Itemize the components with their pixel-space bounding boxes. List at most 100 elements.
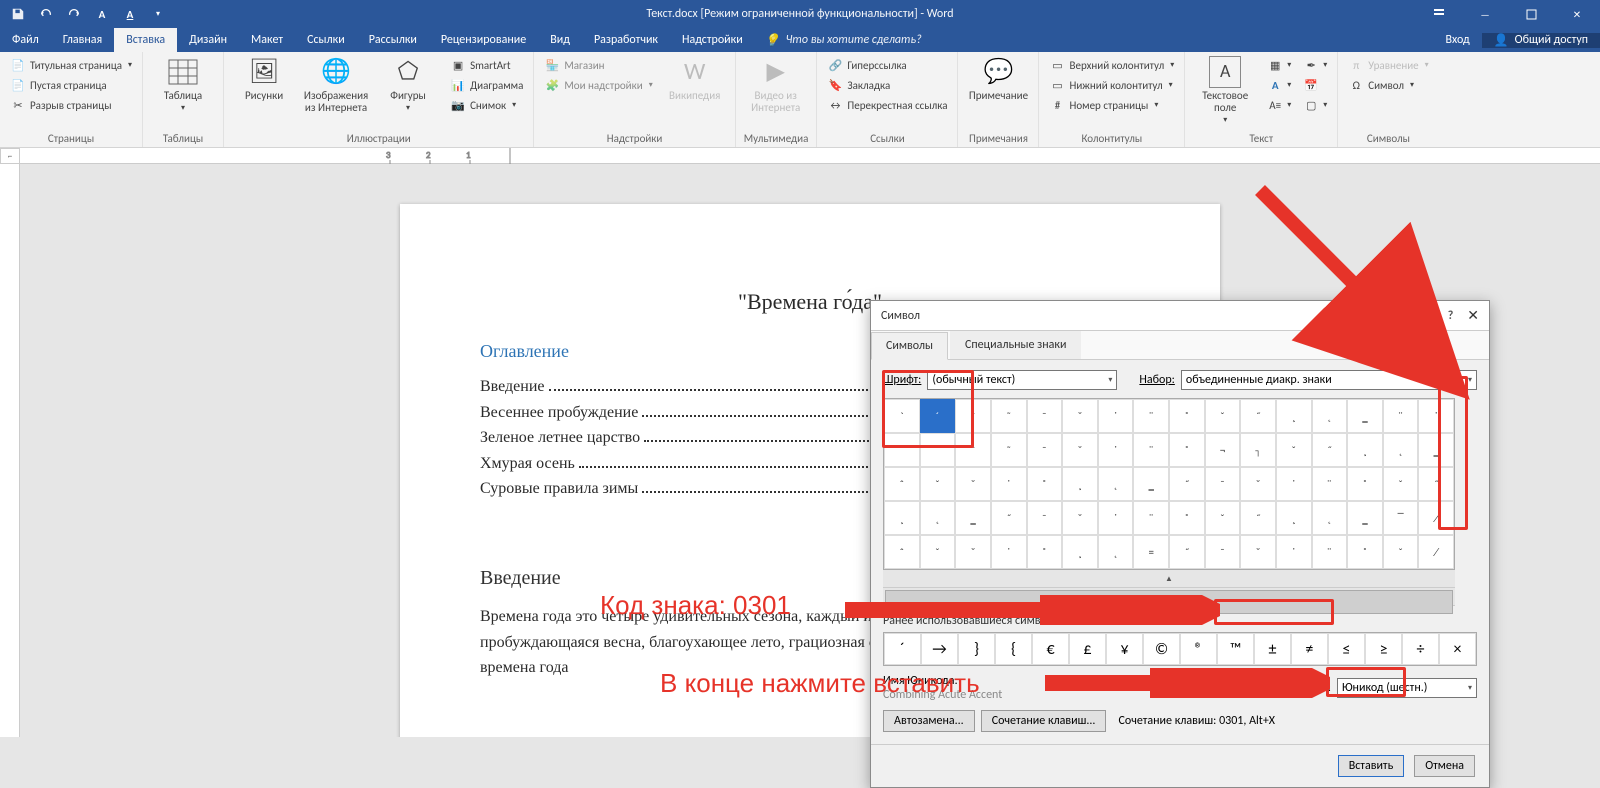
- equation-button[interactable]: πУравнение▾: [1346, 56, 1430, 74]
- char-cell[interactable]: ˚: [1347, 467, 1383, 501]
- ribbon-options-icon[interactable]: [1416, 0, 1462, 28]
- char-cell[interactable]: ˇ: [920, 467, 956, 501]
- font-combo[interactable]: (обычный текст)▾: [927, 370, 1117, 390]
- undo-icon[interactable]: [38, 6, 54, 22]
- recent-cell[interactable]: ≥: [1365, 633, 1402, 665]
- char-cell[interactable]: ´: [920, 433, 956, 467]
- table-button[interactable]: Таблица▾: [151, 56, 215, 113]
- tab-layout[interactable]: Макет: [239, 28, 295, 52]
- page-number-button[interactable]: #Номер страницы▾: [1047, 96, 1176, 114]
- maximize-icon[interactable]: [1508, 0, 1554, 28]
- char-cell[interactable]: ┐: [1240, 433, 1276, 467]
- recent-cell[interactable]: €: [1032, 633, 1069, 665]
- cover-page-button[interactable]: 📄Титульная страница▾: [8, 56, 134, 74]
- set-combo[interactable]: объединенные диакр. знаки▾: [1181, 370, 1477, 390]
- tab-view[interactable]: Вид: [538, 28, 582, 52]
- tab-developer[interactable]: Разработчик: [582, 28, 670, 52]
- header-button[interactable]: ▭Верхний колонтитул▾: [1047, 56, 1176, 74]
- char-cell[interactable]: ˝: [991, 501, 1027, 535]
- wikipedia-button[interactable]: WВикипедия: [663, 56, 727, 102]
- cross-reference-button[interactable]: ↔Перекрестная ссылка: [825, 96, 949, 114]
- char-cell[interactable]: ˚: [1347, 535, 1383, 569]
- char-cell[interactable]: ˙: [1276, 467, 1312, 501]
- char-cell[interactable]: ˝: [1240, 399, 1276, 433]
- char-cell[interactable]: ˛: [1312, 501, 1348, 535]
- char-cell[interactable]: ¨: [1133, 399, 1169, 433]
- recent-cell[interactable]: ≤: [1328, 633, 1365, 665]
- char-cell[interactable]: ‗: [1418, 433, 1454, 467]
- char-cell[interactable]: ˘: [955, 467, 991, 501]
- cancel-button[interactable]: Отмена: [1414, 755, 1475, 777]
- char-cell[interactable]: ˙: [991, 467, 1027, 501]
- tab-file[interactable]: Файл: [0, 28, 51, 52]
- char-cell[interactable]: ‗: [1347, 399, 1383, 433]
- char-cell[interactable]: ‾: [1383, 501, 1419, 535]
- char-cell[interactable]: ˇ: [1205, 501, 1241, 535]
- tab-review[interactable]: Рецензирование: [429, 28, 538, 52]
- page-break-button[interactable]: ✂Разрыв страницы: [8, 96, 134, 114]
- char-cell[interactable]: ˚: [1027, 535, 1063, 569]
- recent-cell[interactable]: →: [921, 633, 958, 665]
- recent-cell[interactable]: ≠: [1291, 633, 1328, 665]
- char-cell[interactable]: ˙: [991, 535, 1027, 569]
- my-addins-button[interactable]: 🧩Мои надстройки▾: [542, 76, 654, 94]
- sign-in-link[interactable]: Вход: [1433, 33, 1481, 47]
- recent-cell[interactable]: ×: [1439, 633, 1476, 665]
- char-cell[interactable]: ¨: [1383, 399, 1419, 433]
- char-cell[interactable]: ˙: [1098, 501, 1134, 535]
- signature-button[interactable]: ✒▾: [1301, 56, 1329, 74]
- char-cell[interactable]: ˘: [955, 535, 991, 569]
- redo-icon[interactable]: [66, 6, 82, 22]
- char-cell[interactable]: ˝: [1240, 501, 1276, 535]
- char-cell[interactable]: ¨: [1133, 433, 1169, 467]
- tab-insert[interactable]: Вставка: [114, 28, 177, 52]
- char-cell[interactable]: ¯: [1027, 433, 1063, 467]
- online-pictures-button[interactable]: 🌐Изображения из Интернета: [304, 56, 368, 114]
- tab-mailings[interactable]: Рассылки: [357, 28, 429, 52]
- char-cell[interactable]: ¯: [1205, 467, 1241, 501]
- recent-grid[interactable]: ´→}{€£¥©®™±≠≤≥÷×: [883, 632, 1477, 666]
- horizontal-ruler[interactable]: 3 2 1: [20, 148, 1600, 164]
- char-cell[interactable]: ˆ: [884, 535, 920, 569]
- char-cell[interactable]: ˙: [1418, 399, 1454, 433]
- char-cell[interactable]: ¸: [1062, 467, 1098, 501]
- char-cell[interactable]: ˘: [1240, 467, 1276, 501]
- from-combo[interactable]: Юникод (шестн.)▾: [1337, 678, 1477, 698]
- char-cell[interactable]: ˛: [920, 501, 956, 535]
- char-cell[interactable]: ˝: [1169, 467, 1205, 501]
- grid-scrollbar[interactable]: ▲ ▼: [883, 570, 1455, 606]
- scroll-thumb[interactable]: [885, 590, 1453, 614]
- recent-cell[interactable]: ¥: [1106, 633, 1143, 665]
- object-button[interactable]: ▢▾: [1301, 96, 1329, 114]
- recent-cell[interactable]: ®: [1180, 633, 1217, 665]
- vertical-ruler[interactable]: [0, 164, 20, 737]
- char-cell[interactable]: ¯: [1027, 501, 1063, 535]
- font-color-icon[interactable]: A: [94, 6, 110, 22]
- save-icon[interactable]: [10, 6, 26, 22]
- dropcap-button[interactable]: A≡▾: [1265, 96, 1293, 114]
- font-color-icon-2[interactable]: A: [122, 6, 138, 22]
- char-cell[interactable]: ˇ: [1205, 399, 1241, 433]
- char-cell[interactable]: ˇ: [1383, 535, 1419, 569]
- char-cell[interactable]: ¯: [1027, 399, 1063, 433]
- char-cell[interactable]: =: [1133, 535, 1169, 569]
- char-cell[interactable]: ‗: [1347, 501, 1383, 535]
- char-cell[interactable]: ¸: [1276, 501, 1312, 535]
- scroll-up-icon[interactable]: ▲: [883, 570, 1455, 588]
- char-cell[interactable]: ‗: [955, 501, 991, 535]
- char-cell[interactable]: ˜: [991, 399, 1027, 433]
- char-cell[interactable]: ˇ: [1383, 467, 1419, 501]
- smartart-button[interactable]: ▣SmartArt: [448, 56, 525, 74]
- char-cell[interactable]: ˘: [1062, 501, 1098, 535]
- tab-home[interactable]: Главная: [51, 28, 114, 52]
- char-cell[interactable]: ˝: [1312, 433, 1348, 467]
- close-icon[interactable]: ✕: [1554, 0, 1600, 28]
- char-cell[interactable]: ˙: [1098, 399, 1134, 433]
- qat-more-icon[interactable]: ▾: [150, 6, 166, 22]
- char-cell[interactable]: ¨: [1312, 535, 1348, 569]
- symbol-button[interactable]: ΩСимвол▾: [1346, 76, 1430, 94]
- pictures-button[interactable]: 🖼Рисунки: [232, 56, 296, 114]
- char-cell[interactable]: ˘: [1062, 433, 1098, 467]
- char-cell[interactable]: ˝: [1169, 535, 1205, 569]
- tab-symbols[interactable]: Символы: [871, 332, 948, 360]
